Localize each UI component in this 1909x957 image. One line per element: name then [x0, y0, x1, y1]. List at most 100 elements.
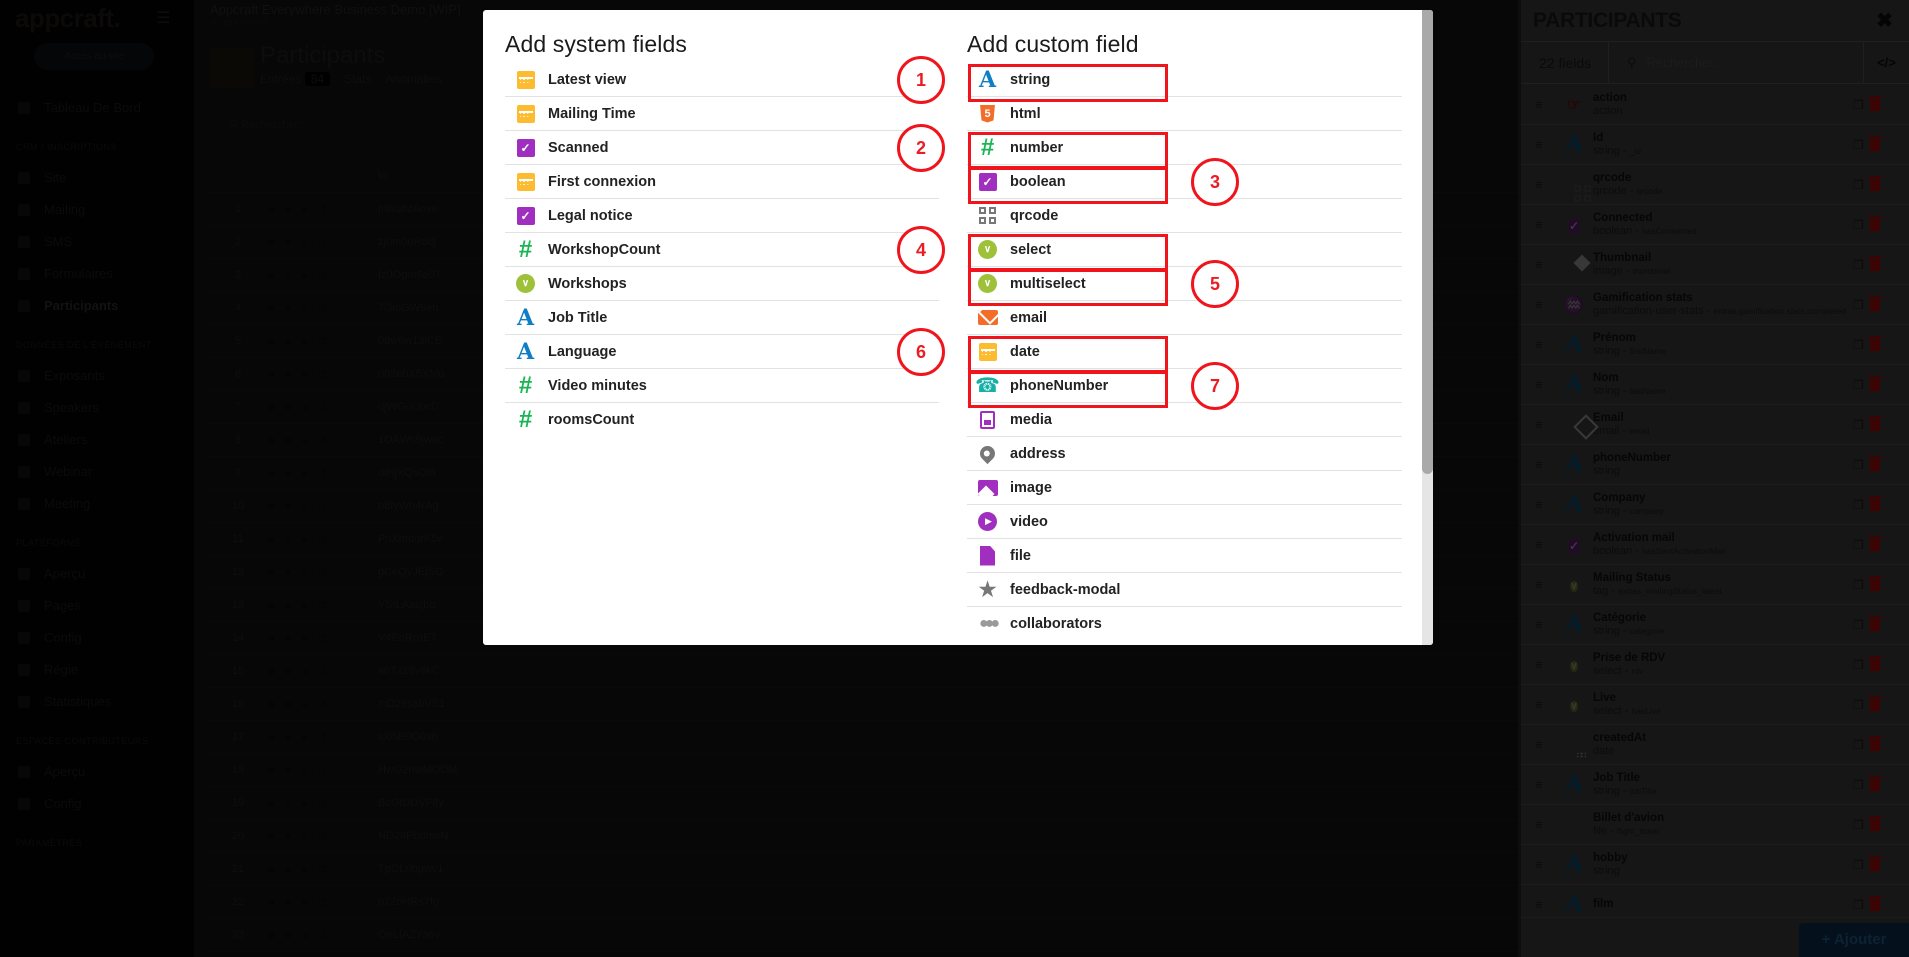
modal-scrollbar-thumb[interactable] — [1422, 10, 1433, 474]
panel-field-row[interactable]: ≡ ∨ Prise de RDV select - rdv ❐ — [1521, 645, 1909, 685]
trash-icon[interactable] — [1867, 615, 1882, 631]
drag-handle-icon[interactable]: ≡ — [1521, 897, 1557, 912]
sidebar-item[interactable]: Exposants — [16, 360, 186, 392]
copy-icon[interactable]: ❐ — [1853, 498, 1864, 512]
row-action-icons[interactable]: ■■●↺ — [268, 368, 378, 381]
tab-stats[interactable]: Stats — [344, 72, 371, 86]
trash-icon[interactable] — [1867, 375, 1882, 391]
trash-icon[interactable] — [1867, 695, 1882, 711]
copy-icon[interactable]: ❐ — [1853, 738, 1864, 752]
copy-icon[interactable]: ❐ — [1853, 378, 1864, 392]
custom-field-video[interactable]: ▶ video — [967, 505, 1402, 539]
system-field-workshops[interactable]: ∨ Workshops — [505, 267, 939, 301]
row-action-icons[interactable]: ■■●↺ — [268, 434, 378, 447]
drag-handle-icon[interactable]: ≡ — [1521, 137, 1557, 152]
drag-handle-icon[interactable]: ≡ — [1521, 497, 1557, 512]
copy-icon[interactable]: ❐ — [1853, 858, 1864, 872]
panel-field-row[interactable]: ≡ Thumbnail image - thumbnail ❐ — [1521, 245, 1909, 285]
trash-icon[interactable] — [1867, 855, 1882, 871]
sidebar-item[interactable]: SMS — [16, 226, 186, 258]
sidebar-item[interactable]: Tableau De Bord — [16, 92, 186, 124]
row-action-icons[interactable]: ■■●↺ — [268, 566, 378, 579]
panel-field-row[interactable]: ≡ ♒ Gamification stats gamification-user-st… — [1521, 285, 1909, 325]
drag-handle-icon[interactable]: ≡ — [1521, 177, 1557, 192]
trash-icon[interactable] — [1867, 335, 1882, 351]
trash-icon[interactable] — [1867, 735, 1882, 751]
system-field-scanned[interactable]: ✓ Scanned — [505, 131, 939, 165]
drag-handle-icon[interactable]: ≡ — [1521, 737, 1557, 752]
drag-handle-icon[interactable]: ≡ — [1521, 657, 1557, 672]
system-field-mailing-time[interactable]: Mailing Time — [505, 97, 939, 131]
panel-field-row[interactable]: ≡ ∨ Live select - hasLive ❐ — [1521, 685, 1909, 725]
system-field-first-connexion[interactable]: First connexion — [505, 165, 939, 199]
custom-field-file[interactable]: file — [967, 539, 1402, 573]
row-action-icons[interactable]: ■■●↺ — [268, 335, 378, 348]
table-row[interactable]: 17 ■■●↺ ic05B9O0xh — [208, 721, 1518, 754]
system-field-legal-notice[interactable]: ✓ Legal notice — [505, 199, 939, 233]
sidebar-item[interactable]: Mailing — [16, 194, 186, 226]
site-access-button[interactable]: Accès au site — [34, 43, 154, 70]
copy-icon[interactable]: ❐ — [1853, 218, 1864, 232]
panel-field-row[interactable]: ≡ Email email - email ❐ — [1521, 405, 1909, 445]
sidebar-item[interactable]: Aperçu — [16, 756, 186, 788]
panel-field-row[interactable]: ≡ AphoneNumber string ❐ — [1521, 445, 1909, 485]
drag-handle-icon[interactable]: ≡ — [1521, 537, 1557, 552]
tab-entries[interactable]: Entrées 84 — [260, 72, 331, 86]
row-action-icons[interactable]: ■■●↺ — [268, 203, 378, 216]
panel-field-row[interactable]: ≡ A Id string - _id ❐ — [1521, 125, 1909, 165]
sidebar-item[interactable]: Régie — [16, 654, 186, 686]
panel-field-row[interactable]: ≡ ✓ Activation mail boolean - hasSentActiva… — [1521, 525, 1909, 565]
copy-icon[interactable]: ❐ — [1853, 418, 1864, 432]
add-field-button[interactable]: + Ajouter — [1799, 923, 1909, 957]
row-action-icons[interactable]: ■■●↺ — [268, 533, 378, 546]
row-action-icons[interactable]: ■■●↺ — [268, 269, 378, 282]
sidebar-item[interactable]: Site — [16, 162, 186, 194]
custom-field-email[interactable]: email — [967, 301, 1402, 335]
drag-handle-icon[interactable]: ≡ — [1521, 417, 1557, 432]
trash-icon[interactable] — [1867, 655, 1882, 671]
system-field-roomscount[interactable]: # roomsCount — [505, 403, 939, 437]
copy-icon[interactable]: ❐ — [1853, 178, 1864, 192]
drag-handle-icon[interactable]: ≡ — [1521, 617, 1557, 632]
system-field-language[interactable]: A Language — [505, 335, 939, 369]
trash-icon[interactable] — [1867, 135, 1882, 151]
trash-icon[interactable] — [1867, 295, 1882, 311]
table-row[interactable]: 16 ■■●↺ mD2ssabVS1 — [208, 688, 1518, 721]
table-row[interactable]: 15 ■■●↺ 4bTx16v8kC — [208, 655, 1518, 688]
custom-field-qrcode[interactable]: qrcode — [967, 199, 1402, 233]
panel-field-row[interactable]: ≡ A Company string - company ❐ — [1521, 485, 1909, 525]
custom-field-media[interactable]: media — [967, 403, 1402, 437]
row-action-icons[interactable]: ■■●↺ — [268, 830, 378, 843]
custom-field-address[interactable]: address — [967, 437, 1402, 471]
custom-field-image[interactable]: image — [967, 471, 1402, 505]
trash-icon[interactable] — [1867, 575, 1882, 591]
copy-icon[interactable]: ❐ — [1853, 818, 1864, 832]
row-action-icons[interactable]: ■■●↺ — [268, 236, 378, 249]
panel-field-row[interactable]: ≡ A Job Title string - jobTitle ❐ — [1521, 765, 1909, 805]
drag-handle-icon[interactable]: ≡ — [1521, 337, 1557, 352]
panel-field-row[interactable]: ≡ ☞ action action ❐ — [1521, 85, 1909, 125]
drag-handle-icon[interactable]: ≡ — [1521, 377, 1557, 392]
row-action-icons[interactable]: ■■●↺ — [268, 929, 378, 942]
sidebar-item[interactable]: Participants — [16, 290, 186, 322]
row-action-icons[interactable]: ■■●↺ — [268, 665, 378, 678]
copy-icon[interactable]: ❐ — [1853, 618, 1864, 632]
copy-icon[interactable]: ❐ — [1853, 778, 1864, 792]
system-field-workshopcount[interactable]: # WorkshopCount — [505, 233, 939, 267]
drag-handle-icon[interactable]: ≡ — [1521, 297, 1557, 312]
trash-icon[interactable] — [1867, 895, 1882, 911]
panel-field-row[interactable]: ≡ A Prénom string - firstName ❐ — [1521, 325, 1909, 365]
drag-handle-icon[interactable]: ≡ — [1521, 817, 1557, 832]
panel-field-row[interactable]: ≡ Ahobby string ❐ — [1521, 845, 1909, 885]
trash-icon[interactable] — [1867, 415, 1882, 431]
row-action-icons[interactable]: ■■●↺ — [268, 764, 378, 777]
panel-field-row[interactable]: ≡ qrcode qrcode - qrcode ❐ — [1521, 165, 1909, 205]
panel-search-input[interactable] — [1646, 55, 1847, 70]
row-action-icons[interactable]: ■■●↺ — [268, 632, 378, 645]
custom-field-html[interactable]: 5 html — [967, 97, 1402, 131]
panel-field-row[interactable]: ≡ A Nom string - lastName ❐ — [1521, 365, 1909, 405]
sidebar-item[interactable]: Config — [16, 622, 186, 654]
copy-icon[interactable]: ❐ — [1853, 698, 1864, 712]
copy-icon[interactable]: ❐ — [1853, 658, 1864, 672]
table-search[interactable]: ⚲ Rechercher... — [230, 118, 307, 131]
